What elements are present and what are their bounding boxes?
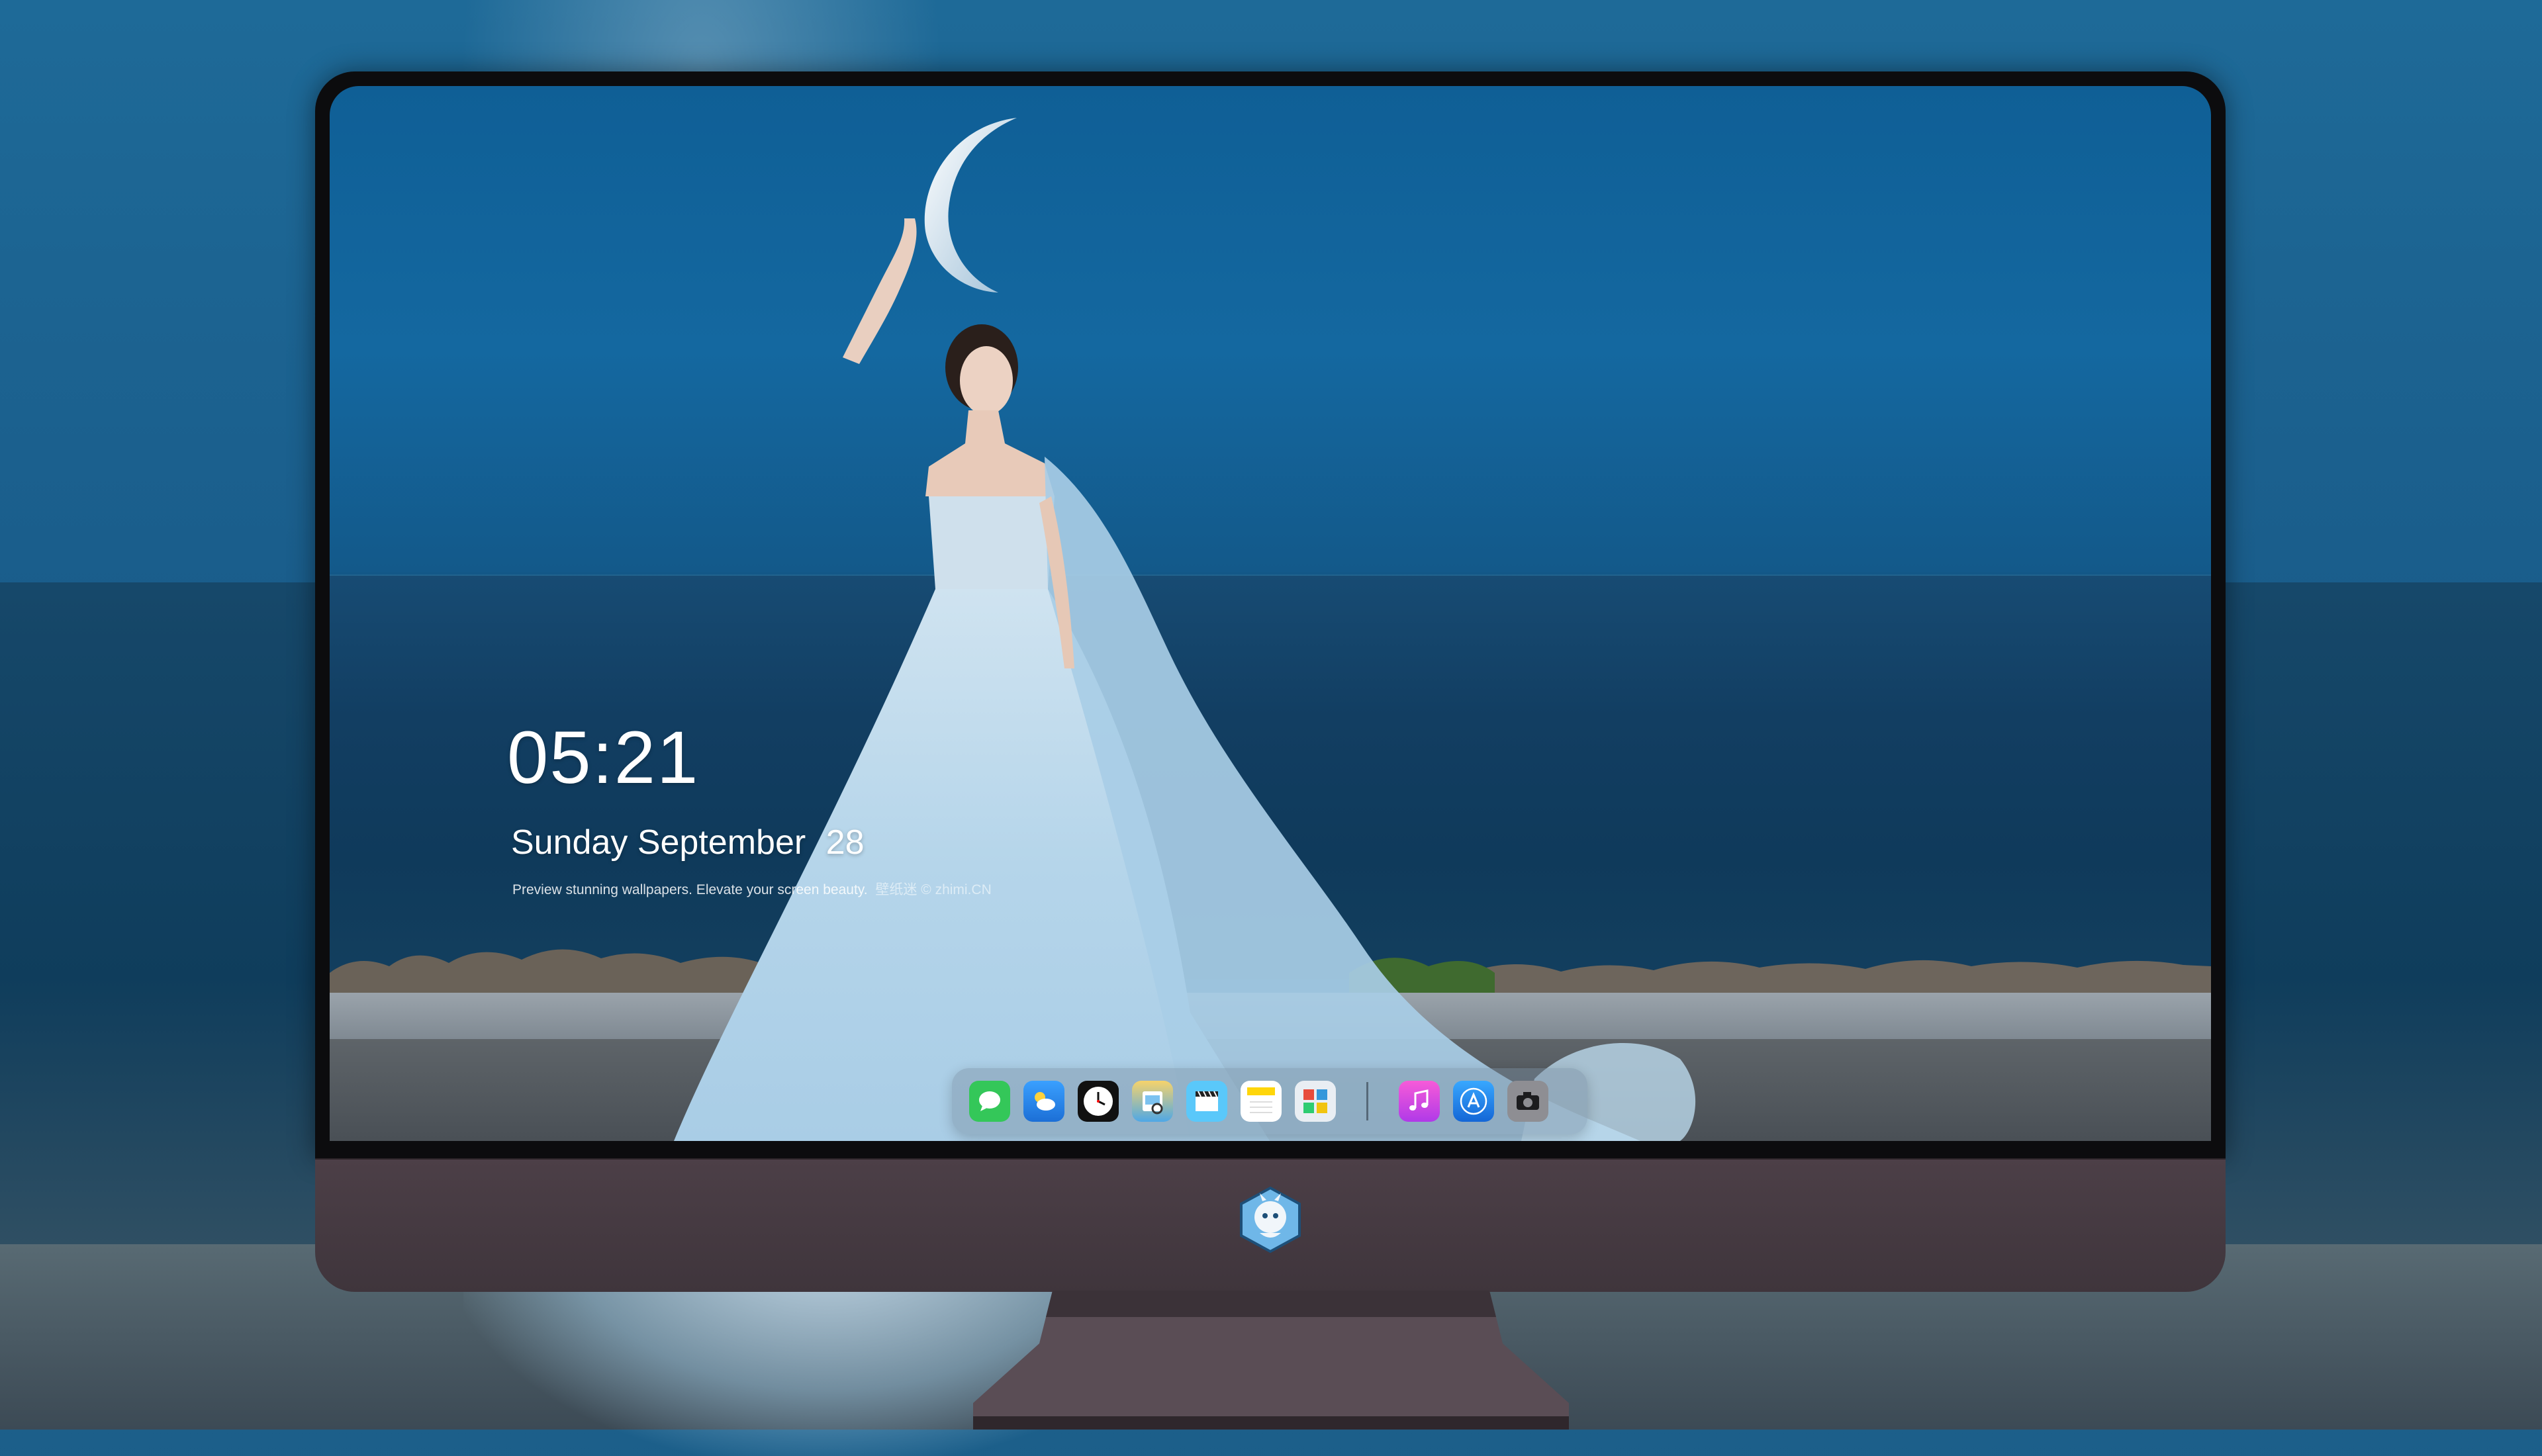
monitor-stand <box>973 1291 1569 1430</box>
dock-app-camera[interactable] <box>1507 1081 1548 1122</box>
lock-date: Sunday September 28 <box>511 823 865 862</box>
music-note-icon <box>1409 1089 1429 1111</box>
wallpaper-figure <box>674 118 1696 1141</box>
lock-weekday: Sunday <box>511 823 628 862</box>
clapperboard-icon <box>1196 1091 1218 1111</box>
lock-month: September <box>637 823 806 862</box>
camera-icon <box>1517 1092 1539 1110</box>
dock-app-clips[interactable] <box>1186 1081 1227 1122</box>
wallpaper-caption: Preview stunning wallpapers. Elevate you… <box>512 879 992 899</box>
screen: 05:21 Sunday September 28 Preview stunni… <box>330 86 2211 1141</box>
app-store-icon <box>1460 1087 1487 1115</box>
monitor-bezel: 05:21 Sunday September 28 Preview stunni… <box>315 71 2226 1158</box>
notes-icon <box>1247 1087 1275 1113</box>
dock-app-notes[interactable] <box>1241 1081 1282 1122</box>
monitor: 05:21 Sunday September 28 Preview stunni… <box>315 71 2226 1292</box>
dock <box>952 1068 1587 1134</box>
dock-app-itunes[interactable] <box>1399 1081 1440 1122</box>
dock-app-messages[interactable] <box>969 1081 1010 1122</box>
caption-text: Preview stunning wallpapers. Elevate you… <box>512 882 868 897</box>
lock-clock: 05:21 <box>507 716 700 799</box>
dock-app-preview[interactable] <box>1132 1081 1173 1122</box>
dragon-mascot-logo-icon <box>1240 1186 1301 1253</box>
dock-app-app-store[interactable] <box>1453 1081 1494 1122</box>
dock-separator <box>1366 1082 1368 1120</box>
photo-gallery-icon <box>1303 1089 1327 1113</box>
message-bubble-icon <box>979 1091 1000 1111</box>
dock-app-clock[interactable] <box>1078 1081 1119 1122</box>
dock-app-weather[interactable] <box>1023 1081 1064 1122</box>
lock-day: 28 <box>825 823 865 862</box>
preview-icon <box>1143 1091 1163 1115</box>
caption-source: 壁纸迷 © zhimi.CN <box>875 882 992 897</box>
dock-app-photo-booth[interactable] <box>1295 1081 1336 1122</box>
clock-icon <box>1084 1087 1113 1116</box>
weather-cloud-sun-icon <box>1035 1092 1055 1111</box>
